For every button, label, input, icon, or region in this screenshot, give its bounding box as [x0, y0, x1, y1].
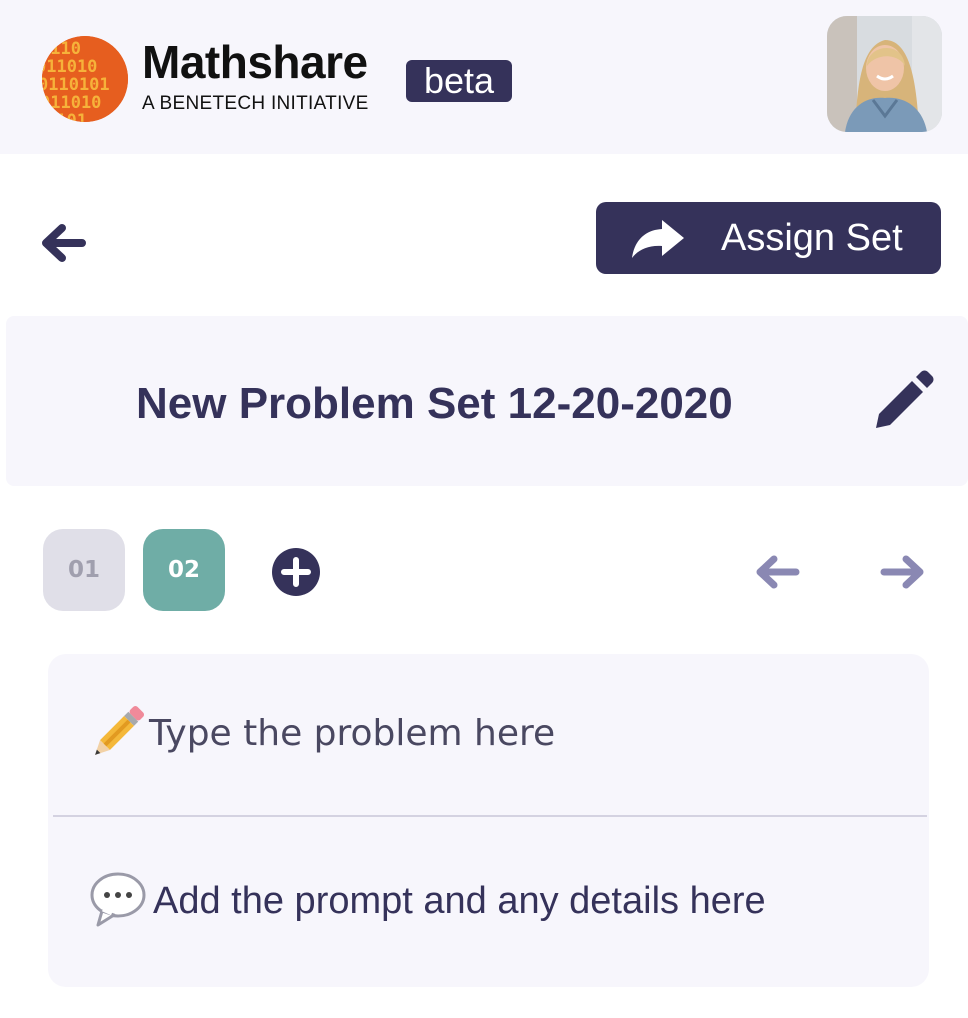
problem-tab-02[interactable]: 02: [143, 529, 225, 611]
assign-set-button[interactable]: Assign Set: [596, 202, 941, 274]
user-avatar[interactable]: [827, 16, 942, 132]
arrow-right-icon: [880, 555, 924, 589]
mathshare-logo-icon[interactable]: 0110 011010 0110101 011010 0101: [42, 36, 128, 122]
problem-set-title-panel: New Problem Set 12-20-2020: [6, 316, 968, 486]
add-problem-button[interactable]: [272, 548, 320, 596]
plus-circle-icon: [272, 548, 320, 596]
arrow-left-icon: [42, 224, 86, 262]
arrow-left-icon: [756, 555, 800, 589]
svg-text:011010: 011010: [42, 57, 97, 77]
next-problem-button[interactable]: [876, 550, 928, 594]
problem-set-title: New Problem Set 12-20-2020: [136, 379, 733, 428]
brand-subtitle: A BENETECH INITIATIVE: [142, 93, 369, 114]
svg-text:0110: 0110: [42, 39, 81, 59]
share-icon: [632, 220, 684, 258]
pencil-icon: [876, 370, 934, 428]
problem-placeholder: Type the problem here: [149, 713, 556, 754]
prompt-placeholder: Add the prompt and any details here: [153, 880, 766, 922]
pencil-emoji-icon: [95, 705, 145, 755]
problem-input[interactable]: Type the problem here: [48, 654, 929, 816]
speech-bubble-emoji-icon: [90, 872, 146, 927]
edit-title-button[interactable]: [870, 370, 934, 434]
assign-set-label: Assign Set: [721, 217, 903, 259]
svg-text:0101: 0101: [46, 111, 87, 122]
back-button[interactable]: [34, 216, 94, 270]
svg-text:0110101: 0110101: [42, 75, 110, 95]
svg-text:011010: 011010: [42, 93, 101, 113]
previous-problem-button[interactable]: [752, 550, 804, 594]
prompt-input[interactable]: Add the prompt and any details here: [48, 817, 929, 987]
beta-badge: beta: [406, 60, 512, 102]
brand-name: Mathshare: [142, 36, 368, 88]
problem-editor-card: Type the problem here Add the prompt and…: [48, 654, 929, 987]
problem-tab-01[interactable]: 01: [43, 529, 125, 611]
app-header: 0110 011010 0110101 011010 0101 Mathshar…: [0, 0, 968, 154]
